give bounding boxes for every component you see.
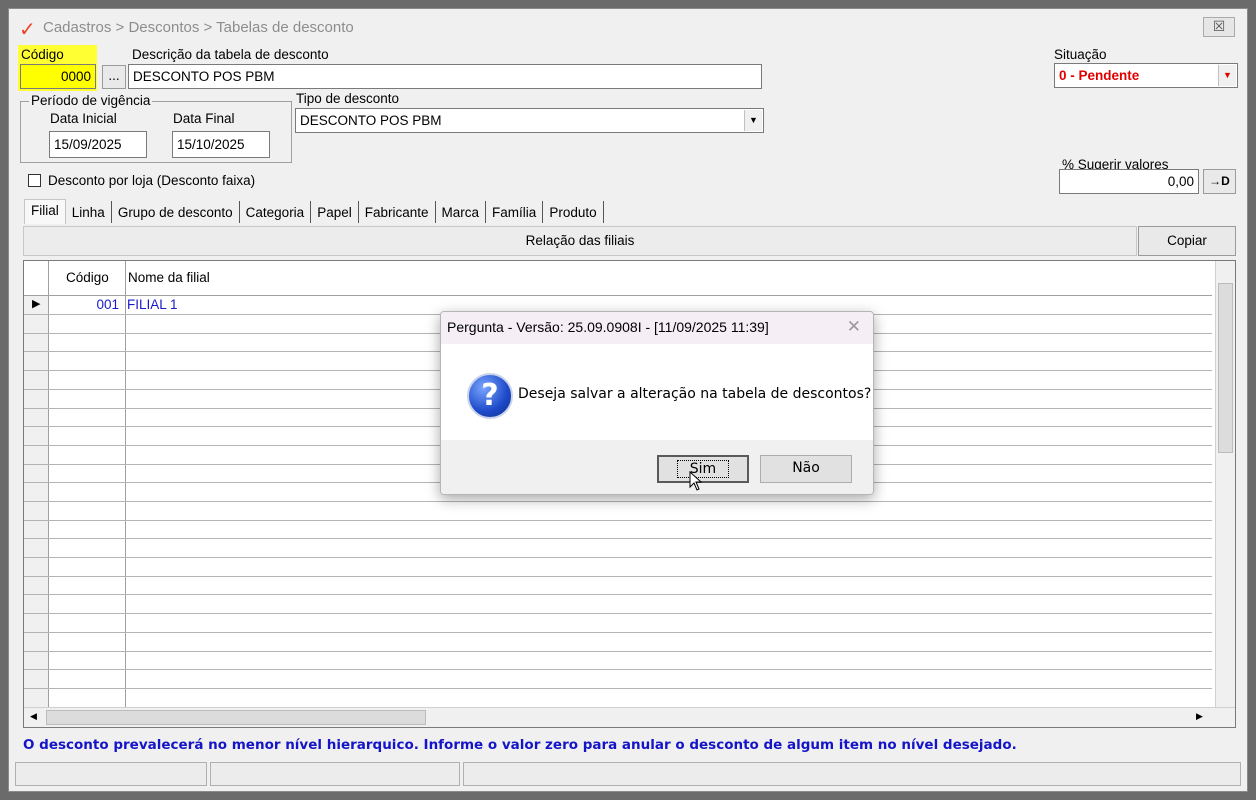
tab-strip: Filial Linha Grupo de desconto Categoria… bbox=[24, 199, 604, 224]
tab-marca[interactable]: Marca bbox=[436, 201, 487, 223]
periodo-label: Período de vigência bbox=[29, 93, 153, 108]
copiar-button[interactable]: Copiar bbox=[1138, 226, 1236, 256]
grid-row-divider bbox=[24, 520, 1212, 521]
tab-linha[interactable]: Linha bbox=[66, 201, 112, 223]
scroll-left-icon[interactable]: ◀ bbox=[30, 711, 37, 722]
grid-row-divider bbox=[24, 501, 1212, 502]
descricao-label: Descrição da tabela de desconto bbox=[132, 47, 329, 62]
cell-codigo: 001 bbox=[96, 297, 119, 312]
situacao-select[interactable]: 0 - Pendente ▼ bbox=[1054, 63, 1238, 88]
tab-grupo-desconto[interactable]: Grupo de desconto bbox=[112, 201, 240, 223]
data-inicial-label: Data Inicial bbox=[50, 111, 117, 126]
lookup-button[interactable]: ... bbox=[102, 65, 126, 89]
grid-row-divider bbox=[24, 632, 1212, 633]
scroll-thumb[interactable] bbox=[1218, 283, 1233, 453]
vertical-scrollbar[interactable] bbox=[1215, 261, 1235, 707]
grid-row-divider bbox=[24, 651, 1212, 652]
grid-row-divider bbox=[24, 557, 1212, 558]
window-title: Cadastros > Descontos > Tabelas de desco… bbox=[43, 19, 354, 36]
column-header-codigo[interactable]: Código bbox=[66, 270, 109, 285]
data-final-label: Data Final bbox=[173, 111, 235, 126]
grid-header: Código Nome da filial bbox=[24, 261, 1212, 296]
yes-button[interactable]: Sim bbox=[657, 455, 749, 483]
dialog-message: Deseja salvar a alteração na tabela de d… bbox=[518, 386, 872, 402]
codigo-label: Código bbox=[21, 47, 64, 62]
column-header-nome[interactable]: Nome da filial bbox=[128, 270, 210, 285]
grid-row-divider bbox=[24, 613, 1212, 614]
tipo-value: DESCONTO POS PBM bbox=[300, 113, 442, 128]
tipo-select[interactable]: DESCONTO POS PBM ▼ bbox=[295, 108, 764, 133]
current-row-pointer-icon: ▶ bbox=[32, 298, 41, 310]
situacao-label: Situação bbox=[1054, 47, 1107, 62]
status-panel bbox=[463, 762, 1241, 786]
tab-produto[interactable]: Produto bbox=[543, 201, 604, 223]
grid-row-divider bbox=[24, 576, 1212, 577]
tab-papel[interactable]: Papel bbox=[311, 201, 359, 223]
tab-filial[interactable]: Filial bbox=[24, 199, 66, 224]
question-icon: ? bbox=[467, 373, 513, 419]
data-inicial-input[interactable]: 15/09/2025 bbox=[49, 131, 147, 158]
no-button[interactable]: Não bbox=[760, 455, 852, 483]
info-message: O desconto prevalecerá no menor nível hi… bbox=[23, 737, 1017, 753]
arrow-right-icon: →D bbox=[1209, 174, 1230, 188]
confirm-dialog: Pergunta - Versão: 25.09.0908I - [11/09/… bbox=[440, 311, 874, 495]
grid-row-divider bbox=[24, 538, 1212, 539]
desconto-loja-checkbox[interactable] bbox=[28, 174, 41, 187]
grid-row-divider bbox=[24, 594, 1212, 595]
tipo-label: Tipo de desconto bbox=[296, 91, 400, 106]
dialog-title: Pergunta - Versão: 25.09.0908I - [11/09/… bbox=[441, 312, 873, 344]
column-divider bbox=[125, 261, 126, 709]
data-final-input[interactable]: 15/10/2025 bbox=[172, 131, 270, 158]
scroll-right-icon[interactable]: ▶ bbox=[1196, 711, 1203, 722]
column-divider bbox=[48, 261, 49, 709]
cell-nome: FILIAL 1 bbox=[127, 297, 178, 312]
app-logo-icon: ✓ bbox=[19, 17, 36, 41]
status-panel bbox=[210, 762, 460, 786]
grid-row-divider bbox=[24, 669, 1212, 670]
desconto-loja-label: Desconto por loja (Desconto faixa) bbox=[48, 173, 256, 188]
situacao-value: 0 - Pendente bbox=[1059, 68, 1140, 83]
mouse-cursor-icon bbox=[689, 471, 703, 491]
grid-title: Relação das filiais bbox=[23, 226, 1137, 256]
status-panel bbox=[15, 762, 207, 786]
chevron-down-icon[interactable]: ▼ bbox=[1218, 65, 1236, 86]
close-icon[interactable]: ✕ bbox=[847, 317, 861, 337]
tab-familia[interactable]: Família bbox=[486, 201, 544, 223]
tab-fabricante[interactable]: Fabricante bbox=[359, 201, 436, 223]
row-indicator-column bbox=[24, 261, 49, 709]
sugerir-input[interactable]: 0,00 bbox=[1059, 169, 1199, 194]
tab-categoria[interactable]: Categoria bbox=[240, 201, 312, 223]
apply-suggest-button[interactable]: →D bbox=[1203, 169, 1236, 194]
descricao-input[interactable]: DESCONTO POS PBM bbox=[128, 64, 762, 89]
chevron-down-icon[interactable]: ▼ bbox=[744, 110, 762, 131]
horizontal-scrollbar[interactable]: ◀ ▶ bbox=[24, 707, 1235, 727]
grid-row-divider bbox=[24, 688, 1212, 689]
close-button[interactable]: ☒ bbox=[1203, 17, 1235, 37]
codigo-input[interactable]: 0000 bbox=[20, 64, 96, 89]
title-bar: ✓ Cadastros > Descontos > Tabelas de des… bbox=[9, 9, 1247, 47]
scroll-thumb[interactable] bbox=[46, 710, 426, 725]
